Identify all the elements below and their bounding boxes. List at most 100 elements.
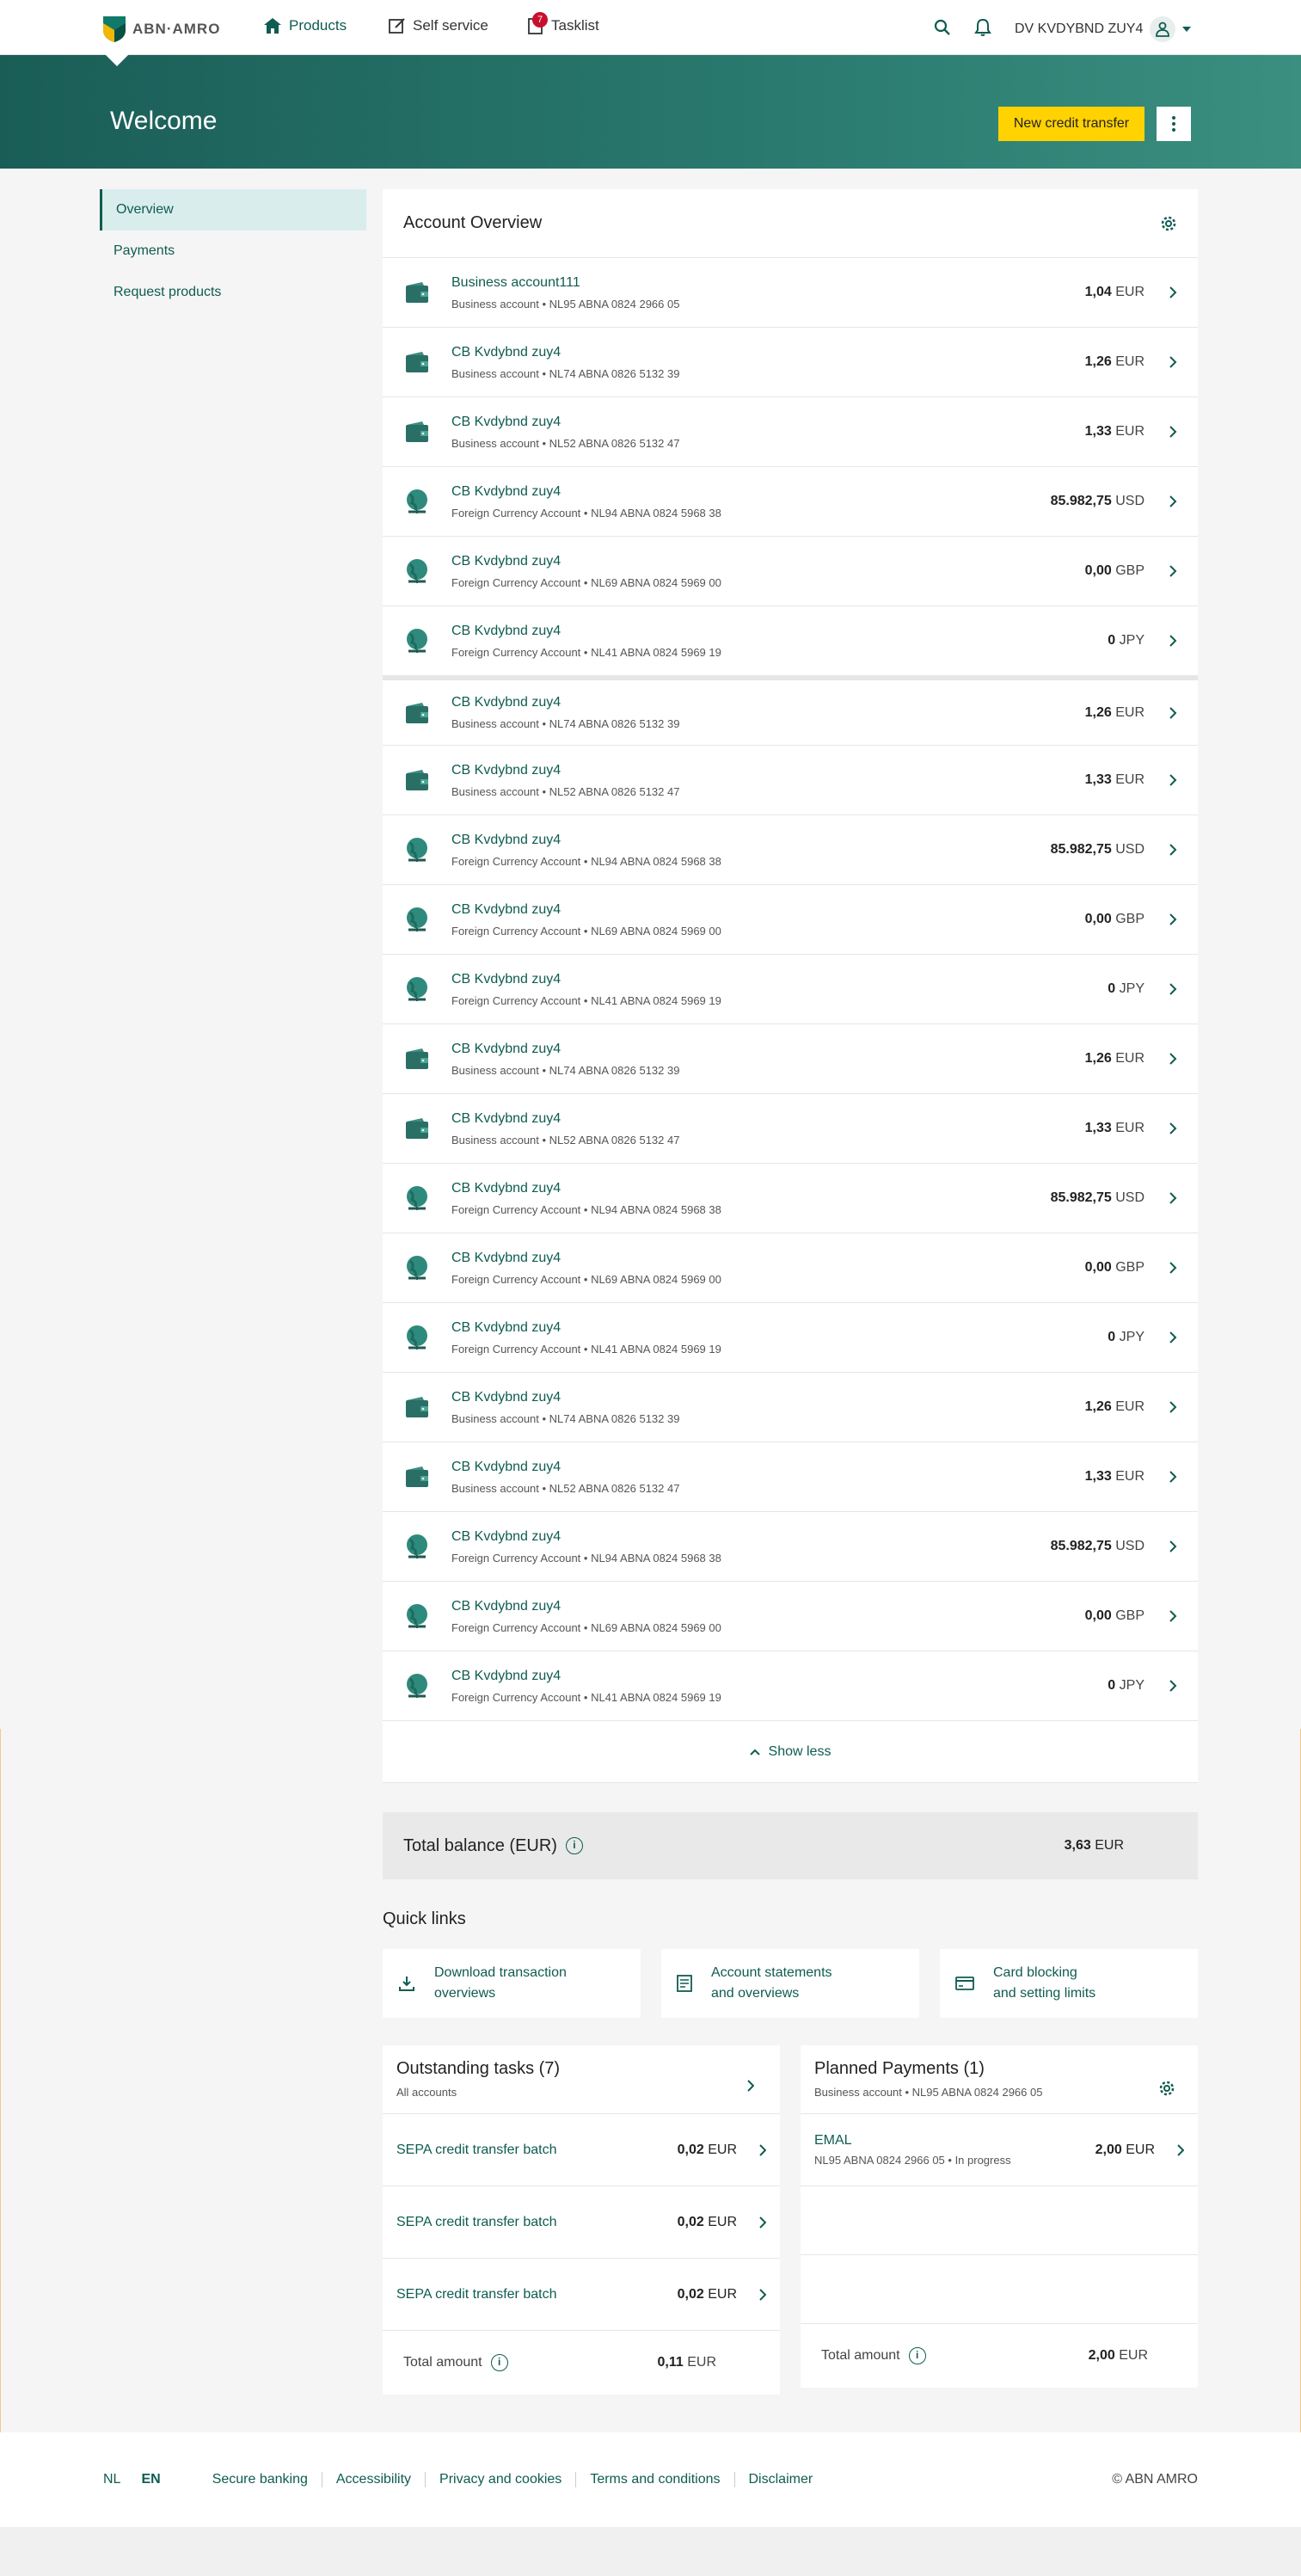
- info-icon[interactable]: i: [565, 1837, 583, 1854]
- quick-link-download-transactions[interactable]: Download transaction overviews: [383, 1949, 641, 2018]
- task-row[interactable]: SEPA credit transfer batch 0,02 EUR: [383, 2186, 780, 2259]
- sidebar-item-payments[interactable]: Payments: [100, 231, 366, 272]
- account-details: Foreign Currency Account • NL41 ABNA 082…: [451, 645, 721, 659]
- account-row[interactable]: CB Kvdybnd zuy4 Foreign Currency Account …: [383, 467, 1198, 537]
- account-row[interactable]: CB Kvdybnd zuy4 Business account • NL52 A…: [383, 1094, 1198, 1164]
- account-row[interactable]: CB Kvdybnd zuy4 Business account • NL74 A…: [383, 676, 1198, 746]
- quick-link-account-statements[interactable]: Account statements and overviews: [661, 1949, 919, 2018]
- account-row[interactable]: CB Kvdybnd zuy4 Foreign Currency Account …: [383, 815, 1198, 885]
- task-row[interactable]: SEPA credit transfer batch 0,02 EUR: [383, 2259, 780, 2331]
- account-currency: GBP: [1115, 912, 1145, 926]
- account-currency: USD: [1115, 1539, 1145, 1553]
- outstanding-tasks-header[interactable]: Outstanding tasks (7) All accounts: [383, 2045, 780, 2114]
- nav-products[interactable]: Products: [263, 17, 347, 34]
- planned-payment-row[interactable]: EMAL NL95 ABNA 0824 2966 05 • In progres…: [801, 2114, 1198, 2186]
- account-amount: 1,33: [1084, 1121, 1112, 1135]
- account-currency: EUR: [1115, 1121, 1145, 1135]
- account-row[interactable]: CB Kvdybnd zuy4 Business account • NL52 A…: [383, 1442, 1198, 1512]
- account-currency: JPY: [1119, 981, 1145, 996]
- show-less-button[interactable]: Show less: [383, 1721, 1198, 1783]
- account-row[interactable]: CB Kvdybnd zuy4 Foreign Currency Account …: [383, 1651, 1198, 1721]
- nav-self-service-label: Self service: [413, 17, 488, 34]
- account-row[interactable]: CB Kvdybnd zuy4 Foreign Currency Account …: [383, 1233, 1198, 1303]
- planned-payment-currency: EUR: [1126, 2142, 1155, 2157]
- account-amount: 0: [1108, 981, 1116, 996]
- account-row[interactable]: CB Kvdybnd zuy4 Business account • NL52 A…: [383, 746, 1198, 815]
- task-list: SEPA credit transfer batch 0,02 EUR SEPA c…: [383, 2114, 780, 2331]
- account-overview-header: Account Overview: [383, 189, 1198, 258]
- sidebar-item-overview[interactable]: Overview: [100, 189, 366, 231]
- quick-link-card-blocking[interactable]: Card blocking and setting limits: [940, 1949, 1198, 2018]
- chevron-right-icon: [1169, 983, 1177, 995]
- chevron-right-icon: [1169, 1680, 1177, 1692]
- account-name: CB Kvdybnd zuy4: [451, 1250, 562, 1265]
- planned-payments-card: Planned Payments (1) Business account • …: [801, 2045, 1198, 2388]
- total-balance-bar: Total balance (EUR) i 3,63 EUR: [383, 1812, 1198, 1879]
- planned-payment-name: EMAL: [814, 2133, 852, 2148]
- account-details: Business account • NL74 ABNA 0826 5132 3…: [451, 717, 680, 730]
- gear-icon[interactable]: [1160, 215, 1177, 232]
- account-row[interactable]: CB Kvdybnd zuy4 Business account • NL52 A…: [383, 397, 1198, 467]
- account-row[interactable]: CB Kvdybnd zuy4 Foreign Currency Account …: [383, 1303, 1198, 1373]
- chevron-right-icon: [1169, 1331, 1177, 1343]
- footer-link-accessibility[interactable]: Accessibility: [321, 2472, 425, 2487]
- account-row[interactable]: CB Kvdybnd zuy4 Business account • NL74 A…: [383, 1024, 1198, 1094]
- account-row[interactable]: CB Kvdybnd zuy4 Business account • NL74 A…: [383, 1373, 1198, 1442]
- planned-total-info-icon[interactable]: i: [908, 2347, 926, 2364]
- user-menu[interactable]: DV KVDYBND ZUY4: [1015, 16, 1192, 42]
- account-row[interactable]: CB Kvdybnd zuy4 Foreign Currency Account …: [383, 1164, 1198, 1233]
- account-row[interactable]: CB Kvdybnd zuy4 Foreign Currency Account …: [383, 537, 1198, 606]
- new-credit-transfer-button[interactable]: New credit transfer: [998, 107, 1145, 141]
- task-amount: 0,02: [677, 2286, 704, 2302]
- account-row[interactable]: Business account111 Business account • NL…: [383, 258, 1198, 328]
- account-row[interactable]: CB Kvdybnd zuy4 Foreign Currency Account …: [383, 885, 1198, 955]
- account-row[interactable]: CB Kvdybnd zuy4 Foreign Currency Account …: [383, 955, 1198, 1024]
- footer-link-privacy[interactable]: Privacy and cookies: [425, 2472, 575, 2487]
- footer-link-terms[interactable]: Terms and conditions: [575, 2472, 733, 2487]
- account-row[interactable]: CB Kvdybnd zuy4 Business account • NL74 A…: [383, 328, 1198, 397]
- abn-amro-logo[interactable]: ABN·AMRO: [103, 16, 220, 42]
- account-balance: 0,00 GBP: [1085, 1608, 1145, 1624]
- footer-link-secure-banking[interactable]: Secure banking: [199, 2472, 322, 2487]
- gear-icon[interactable]: [1158, 2080, 1175, 2097]
- footer-link-disclaimer[interactable]: Disclaimer: [733, 2472, 827, 2487]
- account-amount: 0: [1108, 633, 1116, 648]
- lang-nl-link[interactable]: NL: [103, 2472, 120, 2487]
- chevron-right-icon: [1177, 2143, 1184, 2156]
- account-name: CB Kvdybnd zuy4: [451, 623, 562, 638]
- user-name: DV KVDYBND ZUY4: [1015, 22, 1144, 36]
- account-name: CB Kvdybnd zuy4: [451, 901, 562, 917]
- account-details: Foreign Currency Account • NL41 ABNA 082…: [451, 1342, 721, 1356]
- tasklist-badge: 7: [532, 12, 548, 28]
- account-balance: 1,26 EUR: [1085, 354, 1145, 370]
- account-balance: 0,00 GBP: [1085, 563, 1145, 579]
- account-details: Foreign Currency Account • NL69 ABNA 082…: [451, 575, 721, 589]
- edit-icon: [389, 18, 405, 34]
- task-currency: EUR: [708, 2214, 737, 2229]
- tasks-total-info-icon[interactable]: i: [490, 2354, 508, 2371]
- task-row[interactable]: SEPA credit transfer batch 0,02 EUR: [383, 2114, 780, 2186]
- task-amount: 0,02: [677, 2214, 704, 2229]
- nav-tasklist[interactable]: 7 Tasklist: [527, 12, 599, 34]
- account-row[interactable]: CB Kvdybnd zuy4 Foreign Currency Account …: [383, 606, 1198, 676]
- outstanding-tasks-subtitle: All accounts: [396, 2086, 457, 2099]
- sidebar-item-request-products[interactable]: Request products: [100, 272, 366, 313]
- card-icon: [955, 1977, 974, 1990]
- account-row[interactable]: CB Kvdybnd zuy4 Foreign Currency Account …: [383, 1512, 1198, 1582]
- globe-icon: [407, 1604, 427, 1628]
- tasks-total-amount: 0,11: [657, 2355, 684, 2370]
- bell-icon[interactable]: [974, 18, 991, 37]
- planned-total-amount: 2,00: [1088, 2348, 1115, 2363]
- account-balance: 0 JPY: [1108, 981, 1145, 997]
- lang-en-link[interactable]: EN: [141, 2472, 160, 2487]
- planned-empty-row: [801, 2255, 1198, 2324]
- nav-self-service[interactable]: Self service: [389, 17, 488, 34]
- more-options-button[interactable]: [1157, 107, 1191, 141]
- search-icon[interactable]: [934, 19, 951, 36]
- account-details: Foreign Currency Account • NL69 ABNA 082…: [451, 924, 721, 938]
- account-details: Foreign Currency Account • NL41 ABNA 082…: [451, 993, 721, 1007]
- account-row[interactable]: CB Kvdybnd zuy4 Foreign Currency Account …: [383, 1582, 1198, 1651]
- globe-icon: [407, 838, 427, 862]
- chevron-right-icon: [1169, 635, 1177, 647]
- wallet-icon: [406, 352, 428, 372]
